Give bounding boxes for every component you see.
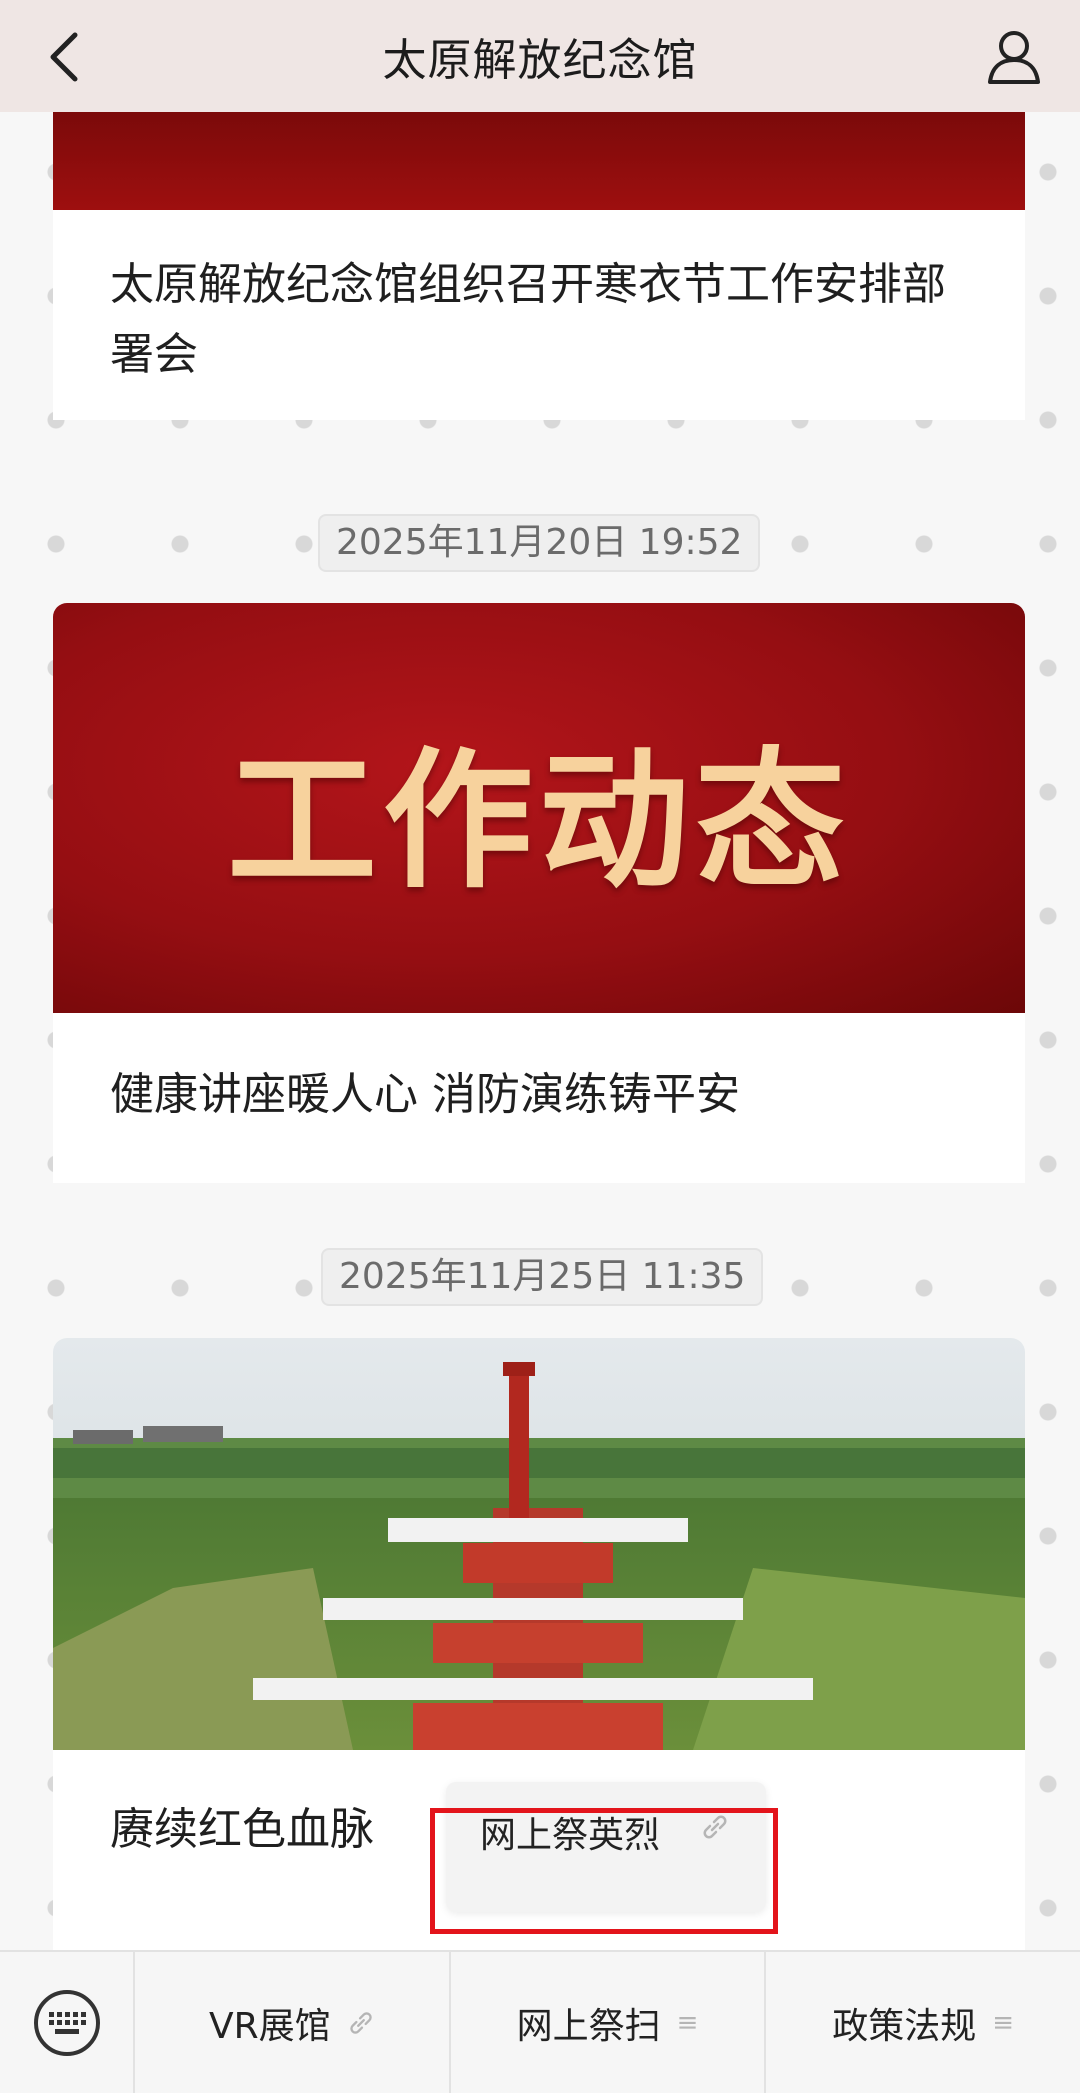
page-title: 太原解放纪念馆 xyxy=(382,35,698,86)
menu-icon: ≡ xyxy=(992,2007,1015,2038)
chevron-left-icon xyxy=(50,32,78,82)
menu-item-label: 政策法规 xyxy=(832,2005,977,2047)
menu-item-online-sweep[interactable]: 网上祭扫 ≡ xyxy=(451,1952,767,2093)
banner-text: 工作动态 xyxy=(226,734,851,909)
highlight-box xyxy=(430,1808,778,1934)
article-title[interactable]: 赓续红色血脉 xyxy=(110,1795,450,1865)
keyboard-toggle-button[interactable] xyxy=(33,1989,100,2056)
timestamp: 2025年11月20日 19:52 xyxy=(318,514,761,572)
keyboard-toggle-cell xyxy=(0,1952,135,2093)
top-nav-bar: 太原解放纪念馆 xyxy=(0,0,1080,112)
link-icon xyxy=(349,2011,372,2034)
article-cover-image[interactable] xyxy=(53,112,1025,210)
menu-item-label: 网上祭扫 xyxy=(516,2005,661,2047)
timestamp: 2025年11月25日 11:35 xyxy=(321,1248,764,1306)
keyboard-icon xyxy=(48,2011,86,2034)
article-title[interactable]: 健康讲座暖人心 消防演练铸平安 xyxy=(110,1060,970,1130)
menu-item-label: VR展馆 xyxy=(209,2005,331,2047)
user-icon xyxy=(988,31,1040,84)
article-cover-photo[interactable] xyxy=(53,1338,1025,1750)
menu-icon: ≡ xyxy=(676,2007,699,2038)
memorial-photo xyxy=(53,1338,1025,1750)
back-button[interactable] xyxy=(30,22,100,92)
article-title[interactable]: 太原解放纪念馆组织召开寒衣节工作安排部署会 xyxy=(110,250,970,390)
menu-item-vr-hall[interactable]: VR展馆 xyxy=(135,1952,451,2093)
user-profile-button[interactable] xyxy=(976,18,1052,94)
bottom-menu-bar: VR展馆 网上祭扫 ≡ 政策法规 ≡ xyxy=(0,1950,1080,2093)
menu-item-policies[interactable]: 政策法规 ≡ xyxy=(766,1952,1080,2093)
article-cover-banner[interactable]: 工作动态 xyxy=(53,603,1025,1013)
